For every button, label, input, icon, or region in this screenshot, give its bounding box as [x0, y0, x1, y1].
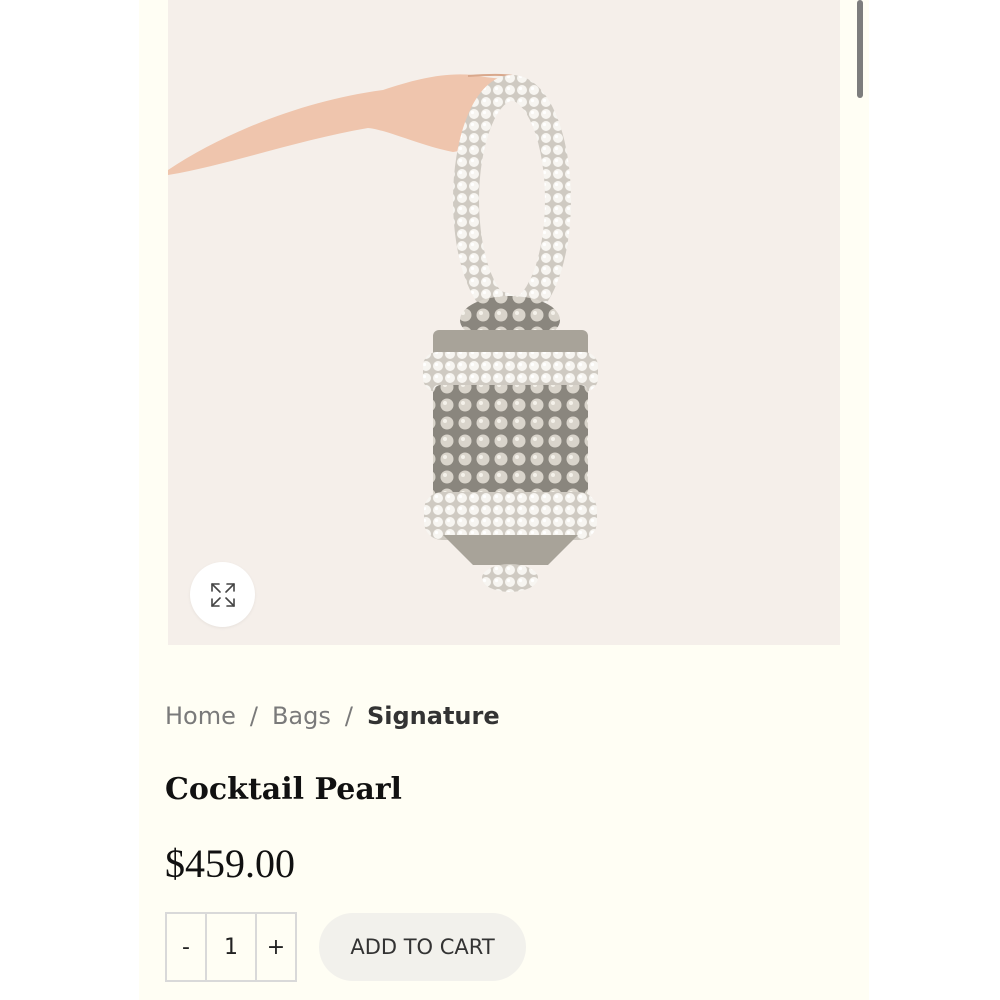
- product-price: $459.00: [165, 841, 295, 886]
- zoom-button[interactable]: [190, 562, 255, 627]
- breadcrumb-bags[interactable]: Bags: [272, 702, 331, 730]
- expand-arrows-icon: [210, 582, 235, 607]
- product-title: Cocktail Pearl: [165, 772, 402, 807]
- add-to-cart-button[interactable]: ADD TO CART: [319, 913, 526, 981]
- quantity-input[interactable]: [205, 914, 257, 980]
- scrollbar[interactable]: [857, 0, 863, 98]
- product-image[interactable]: [168, 0, 840, 645]
- breadcrumb-separator: /: [249, 702, 258, 730]
- quantity-stepper: - +: [165, 912, 297, 982]
- breadcrumb-current: Signature: [366, 702, 500, 730]
- breadcrumb-home[interactable]: Home: [165, 702, 236, 730]
- breadcrumb: Home / Bags / Signature: [165, 698, 500, 734]
- quantity-increase-button[interactable]: +: [257, 914, 295, 980]
- quantity-decrease-button[interactable]: -: [167, 914, 205, 980]
- product-photo: [168, 73, 598, 592]
- breadcrumb-separator: /: [344, 702, 353, 730]
